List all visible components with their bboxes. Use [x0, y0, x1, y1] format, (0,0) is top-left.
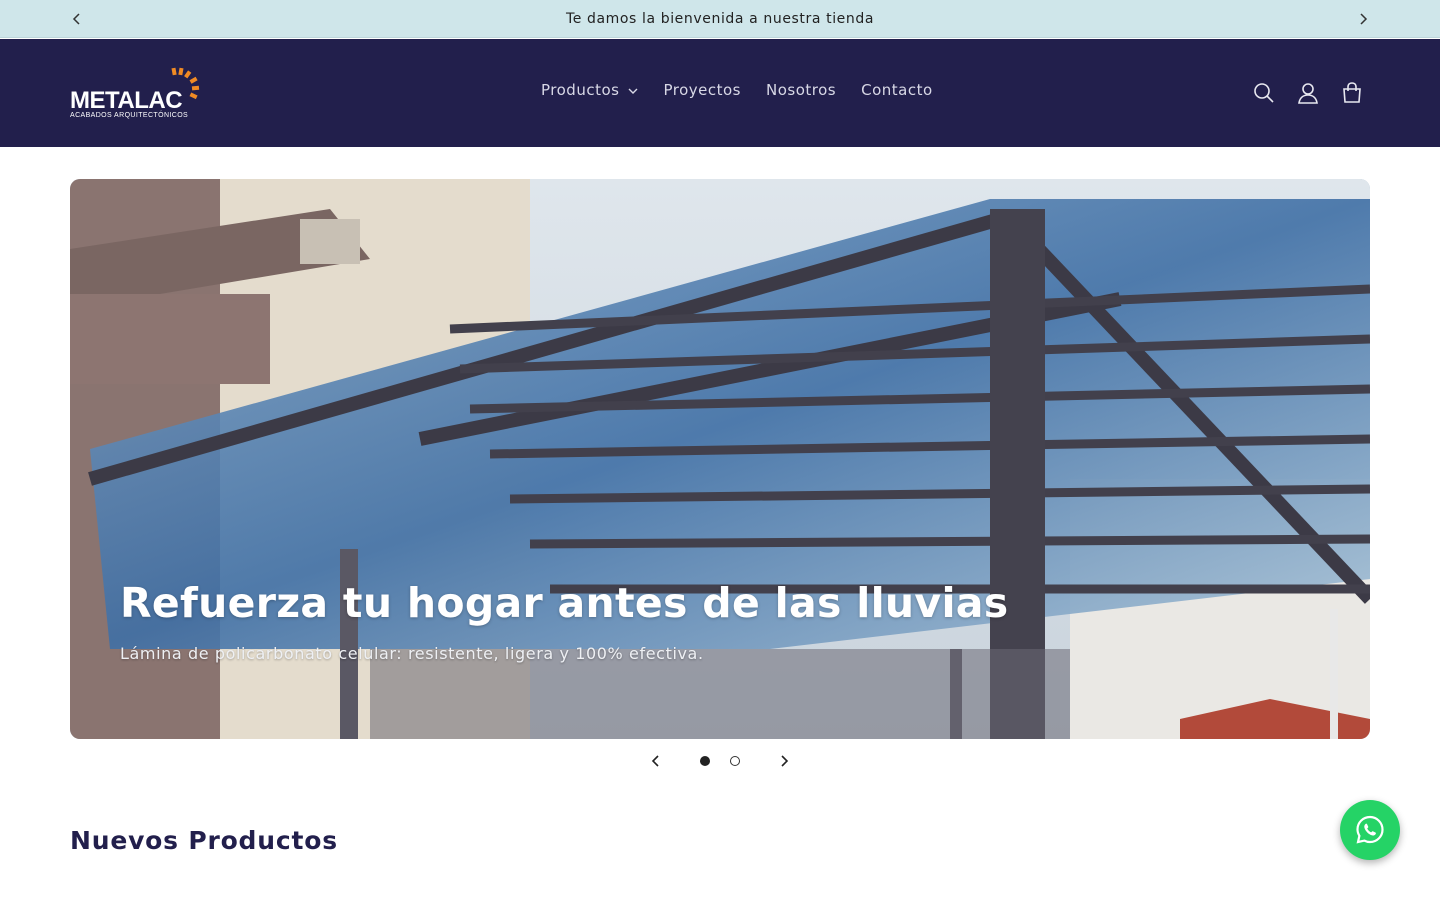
nav-item-label: Contacto	[861, 81, 933, 99]
chevron-down-icon	[628, 88, 638, 94]
nav-item-proyectos[interactable]: Proyectos	[663, 81, 741, 99]
chevron-right-icon	[1360, 13, 1368, 25]
nav-item-productos[interactable]: Productos	[541, 81, 638, 99]
logo-wordmark: METALAC	[70, 87, 183, 114]
chevron-left-icon	[72, 13, 80, 25]
chevron-left-icon	[651, 755, 659, 767]
account-icon	[1298, 83, 1318, 104]
site-logo[interactable]: METALAC ACABADOS ARQUITECTÓNICOS	[70, 66, 210, 122]
announcement-prev-button[interactable]	[67, 9, 87, 29]
cart-button[interactable]	[1339, 80, 1365, 106]
nav-item-nosotros[interactable]: Nosotros	[766, 81, 836, 99]
cart-icon	[1343, 82, 1361, 103]
slide-prev-button[interactable]	[648, 753, 664, 769]
site-header: METALAC ACABADOS ARQUITECTÓNICOS Product…	[0, 39, 1440, 147]
search-icon	[1254, 83, 1274, 103]
nav-item-label: Productos	[541, 81, 620, 99]
announcement-bar: Te damos la bienvenida a nuestra tienda	[0, 0, 1440, 38]
slide-dot-1[interactable]	[700, 756, 710, 766]
slideshow-controls	[640, 749, 800, 773]
nav-item-label: Nosotros	[765, 81, 837, 99]
main-nav: Productos Proyectos Nosotros Contacto	[541, 81, 933, 99]
nav-item-contacto[interactable]: Contacto	[861, 81, 933, 99]
slide-next-button[interactable]	[776, 753, 792, 769]
hero-title: Refuerza tu hogar antes de las lluvias	[120, 579, 1009, 627]
logo-tagline: ACABADOS ARQUITECTÓNICOS	[70, 112, 189, 119]
chevron-right-icon	[781, 755, 789, 767]
announcement-next-button[interactable]	[1353, 9, 1373, 29]
whatsapp-icon	[1356, 815, 1384, 844]
account-button[interactable]	[1295, 80, 1321, 106]
announcement-text: Te damos la bienvenida a nuestra tienda	[565, 10, 875, 27]
section-title-new-products: Nuevos Productos	[70, 826, 338, 855]
hero-slideshow: Refuerza tu hogar antes de las lluvias L…	[70, 179, 1370, 739]
whatsapp-chat-button[interactable]	[1340, 800, 1400, 860]
hero-subtitle: Lámina de policarbonato celular: resiste…	[120, 644, 704, 663]
nav-item-label: Proyectos	[663, 81, 741, 99]
search-button[interactable]	[1251, 80, 1277, 106]
slide-dot-2[interactable]	[730, 756, 740, 766]
